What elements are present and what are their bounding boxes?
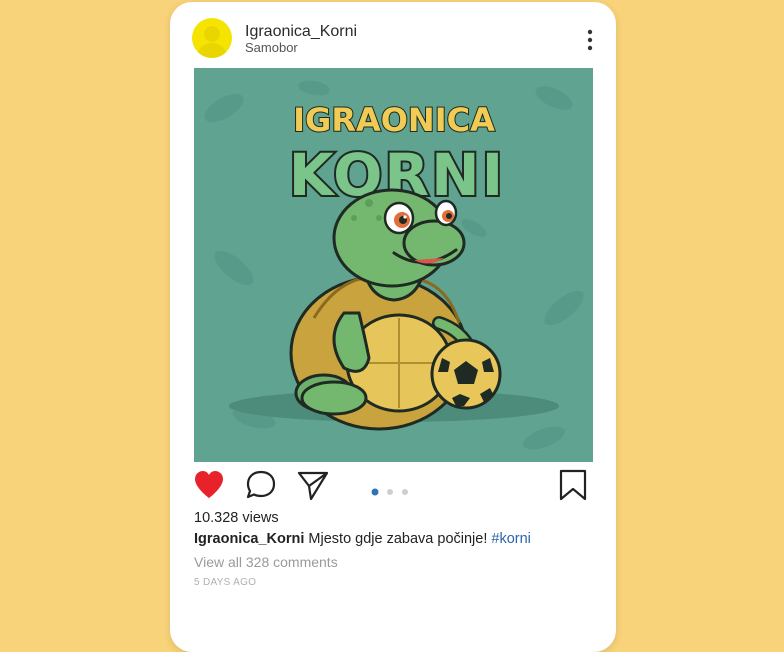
save-bookmark-icon[interactable] xyxy=(558,468,588,507)
carousel-dot xyxy=(402,489,408,495)
caption-hashtag[interactable]: #korni xyxy=(491,531,531,547)
caption-username[interactable]: Igraonica_Korni xyxy=(194,531,304,547)
post-username[interactable]: Igraonica_Korni xyxy=(245,23,357,41)
post-actions xyxy=(170,468,616,508)
carousel-dot-active xyxy=(371,488,379,496)
profile-avatar[interactable] xyxy=(192,18,232,58)
avatar-body-shape xyxy=(198,43,226,58)
more-options-icon[interactable] xyxy=(582,28,598,52)
share-paper-plane-icon[interactable] xyxy=(296,468,330,507)
avatar-head-shape xyxy=(204,26,220,42)
comment-bubble-icon[interactable] xyxy=(245,468,277,507)
carousel-indicator xyxy=(370,484,412,502)
like-heart-icon[interactable] xyxy=(192,468,226,507)
logo-text-top: IGRAONICA xyxy=(293,101,495,139)
post-header: Igraonica_Korni Samobor xyxy=(170,2,616,68)
post-card: Igraonica_Korni Samobor IGRAONICA KORNI … xyxy=(170,2,616,652)
post-timestamp: 5 DAYS AGO xyxy=(194,577,257,588)
post-caption: Igraonica_Korni Mjesto gdje zabava počin… xyxy=(194,531,531,547)
post-image[interactable]: IGRAONICA KORNI xyxy=(194,68,593,462)
soccer-ball xyxy=(430,338,502,410)
view-comments-link[interactable]: View all 328 comments xyxy=(194,554,338,570)
post-location[interactable]: Samobor xyxy=(245,40,298,55)
turtle-illustration: IGRAONICA KORNI xyxy=(194,68,593,462)
view-count: 10.328 views xyxy=(194,510,279,526)
caption-text: Mjesto gdje zabava počinje! xyxy=(308,531,488,547)
carousel-dot xyxy=(387,489,393,495)
